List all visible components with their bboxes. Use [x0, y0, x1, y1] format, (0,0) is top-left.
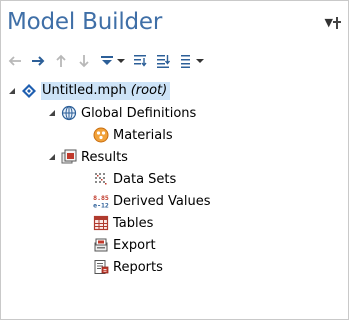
comsol-model-icon: [21, 83, 37, 99]
tree-node-reports[interactable]: Reports: [93, 257, 163, 277]
data-sets-label: Data Sets: [113, 171, 177, 187]
left-arrow-icon: [8, 56, 21, 66]
tree-node-export[interactable]: Export: [93, 235, 156, 255]
derived-values-icon: 8.85 e-12: [93, 193, 109, 209]
tables-label: Tables: [113, 215, 154, 231]
root-filename: Untitled.mph: [42, 83, 127, 98]
tree-node-results[interactable]: Results: [49, 147, 128, 167]
list-icon: [181, 55, 190, 68]
model-builder-panel: Model Builder ▼ Untitled.mph (root) Glob…: [0, 0, 349, 320]
down-arrow-icon: [79, 55, 89, 68]
expand-sections-button[interactable]: [132, 53, 148, 69]
root-suffix: (root): [130, 83, 168, 98]
tree-node-global-definitions[interactable]: Global Definitions: [49, 103, 197, 123]
collapse-triangle-icon[interactable]: [47, 152, 57, 162]
right-arrow-icon: [32, 56, 45, 66]
panel-title: Model Builder: [7, 9, 163, 35]
up-arrow-icon: [56, 54, 66, 67]
show-icon: [101, 56, 113, 65]
derived-values-label: Derived Values: [113, 193, 211, 209]
results-icon: [61, 149, 77, 165]
collapse-triangle-icon[interactable]: [7, 86, 17, 96]
chevron-down-icon: [196, 59, 204, 63]
materials-icon: [93, 127, 109, 143]
go-forward-button[interactable]: [30, 53, 46, 69]
chevron-down-icon: [117, 59, 125, 63]
root-node-label[interactable]: Untitled.mph (root): [41, 82, 171, 100]
tree-options-dropdown-button[interactable]: [196, 53, 204, 69]
export-icon: [93, 237, 109, 253]
data-sets-icon: [93, 171, 109, 187]
collapse-triangle-icon[interactable]: [47, 108, 57, 118]
export-label: Export: [113, 237, 156, 253]
panel-menu[interactable]: ▼: [325, 16, 341, 29]
pin-icon[interactable]: [333, 16, 341, 29]
model-builder-toolbar: [7, 51, 204, 71]
results-label: Results: [81, 149, 128, 165]
tree-node-tables[interactable]: Tables: [93, 213, 153, 233]
show-button[interactable]: [99, 53, 115, 69]
global-definitions-label: Global Definitions: [81, 105, 197, 121]
move-down-button[interactable]: [76, 53, 92, 69]
table-icon: [93, 215, 109, 231]
move-up-button[interactable]: [53, 53, 69, 69]
reports-icon: [93, 259, 109, 275]
show-dropdown-button[interactable]: [117, 53, 125, 69]
go-back-button[interactable]: [7, 53, 23, 69]
tree-node-materials[interactable]: Materials: [93, 125, 173, 145]
collapse-sections-icon: [157, 55, 171, 68]
panel-menu-arrow-icon[interactable]: ▼: [325, 16, 333, 29]
globe-icon: [61, 105, 77, 121]
tree-node-root[interactable]: Untitled.mph (root): [7, 81, 171, 101]
tree-node-derived-values[interactable]: 8.85 e-12 Derived Values: [93, 191, 211, 211]
reports-label: Reports: [113, 259, 163, 275]
derived-values-icon-bottom: e-12: [93, 202, 109, 210]
expand-sections-icon: [134, 55, 147, 67]
materials-label: Materials: [113, 127, 173, 143]
tree-node-data-sets[interactable]: Data Sets: [93, 169, 176, 189]
collapse-sections-button[interactable]: [155, 53, 171, 69]
tree-options-button[interactable]: [178, 53, 194, 69]
